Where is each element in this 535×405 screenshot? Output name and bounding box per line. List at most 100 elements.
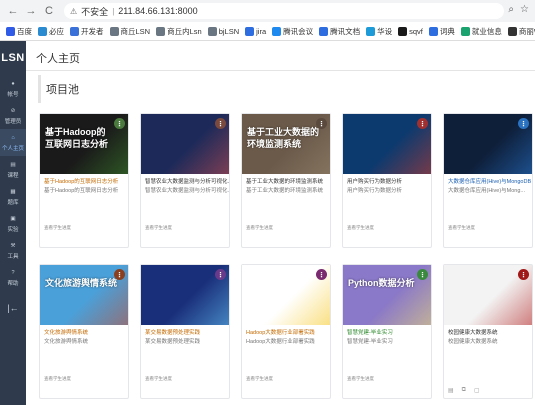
more-options-icon[interactable]: ⋮: [518, 118, 529, 129]
card-title[interactable]: 大数据仓库应用(Hive)与MongoDB: [444, 174, 532, 185]
project-card[interactable]: ⋮ Hadoop大数据行业部署实践 Hadoop大数据行业部署实践 查看学生进度: [241, 264, 331, 399]
back-icon[interactable]: ←: [6, 4, 20, 18]
rail-item-label: 实验: [7, 227, 19, 233]
bookmark-item[interactable]: 商丘内Lsn: [156, 26, 202, 37]
more-options-icon[interactable]: ⋮: [518, 269, 529, 280]
folder-icon[interactable]: ▢: [474, 387, 480, 394]
rail-item-tools[interactable]: ⚒ 工具: [0, 237, 26, 264]
account-icon: ●: [11, 81, 15, 87]
card-title[interactable]: 智慧党建-毕业实习: [343, 325, 431, 336]
card-subtitle: 智慧农业大数据监测与分析可视化...: [145, 188, 229, 194]
student-progress-link[interactable]: 查看学生进度: [141, 376, 176, 382]
student-progress-link[interactable]: 查看学生进度: [40, 225, 75, 231]
bookmark-item[interactable]: bjLSN: [207, 26, 240, 36]
card-thumbnail[interactable]: ⋮: [444, 114, 532, 174]
project-card[interactable]: ⋮ 大数据仓库应用(Hive)与MongoDB 大数据仓库应用(Hive)与Mong…: [443, 113, 533, 248]
project-card[interactable]: 基于工业大数据的 环境监测系统 ⋮ 基于工业大数据的环境监测系统 基于工业大数据的环境…: [241, 113, 331, 248]
bookmark-item[interactable]: 百度: [6, 26, 32, 37]
bookmark-item[interactable]: 腾讯会议: [272, 26, 313, 37]
card-title[interactable]: 校园健康大数据系统: [444, 325, 532, 336]
bookmark-item[interactable]: 词典: [428, 26, 455, 37]
bookmark-icon: [319, 26, 329, 36]
card-thumbnail[interactable]: ⋮: [242, 265, 330, 325]
bookmark-item[interactable]: 商丽Wind: [507, 26, 535, 37]
card-thumbnail[interactable]: 基于Hadoop的 互联网日志分析 ⋮: [40, 114, 128, 174]
project-card[interactable]: ⋮ 某交易数据预处理实践 某交易数据预处理实践 查看学生进度: [140, 264, 230, 399]
bookmark-icon: [207, 26, 217, 36]
student-progress-link[interactable]: 查看学生进度: [242, 225, 277, 231]
separator: |: [112, 6, 115, 16]
rail-item-course[interactable]: ▤ 课程: [0, 156, 26, 183]
rail-item-home[interactable]: ⌂ 个人主页: [0, 129, 26, 156]
security-label[interactable]: 不安全: [81, 5, 108, 18]
rail-item-admin[interactable]: ⊘ 管理员: [0, 102, 26, 129]
collapse-icon[interactable]: |←: [0, 303, 26, 313]
more-options-icon[interactable]: ⋮: [215, 269, 226, 280]
rail-item-help[interactable]: ? 帮助: [0, 264, 26, 291]
bookmark-label: bjLSN: [218, 26, 240, 36]
project-card[interactable]: ⋮ 校园健康大数据系统 校园健康大数据系统 ▤ ⧉ ▢: [443, 264, 533, 399]
card-title[interactable]: 智慧农业大数据监测与分析可视化...: [141, 174, 229, 185]
app-logo[interactable]: LSN: [0, 41, 26, 75]
project-card[interactable]: ⋮ 用户购买行为数据分析 用户购买行为数据分析 查看学生进度: [342, 113, 432, 248]
star-icon[interactable]: ☆: [520, 4, 529, 15]
student-progress-link[interactable]: 查看学生进度: [141, 225, 176, 231]
student-progress-link[interactable]: 查看学生进度: [343, 225, 378, 231]
student-progress-link[interactable]: 查看学生进度: [40, 376, 75, 382]
left-rail: LSN ● 帐号 ⊘ 管理员 ⌂ 个人主页 ▤ 课程 ▦ 题库 ▣ 实验 ⚒ 工具? 帮助 |←: [0, 41, 26, 405]
student-progress-link[interactable]: 查看学生进度: [343, 376, 378, 382]
project-card[interactable]: 文化旅游舆情系统 ⋮ 文化旅游舆情系统 文化旅游舆情系统 查看学生进度: [39, 264, 129, 399]
card-thumbnail[interactable]: 基于工业大数据的 环境监测系统 ⋮: [242, 114, 330, 174]
card-thumbnail[interactable]: ⋮: [444, 265, 532, 325]
bookmark-item[interactable]: 腾讯文档: [319, 26, 360, 37]
bookmark-item[interactable]: jira: [245, 26, 266, 36]
card-thumbnail[interactable]: ⋮: [141, 114, 229, 174]
project-card[interactable]: ⋮ 智慧农业大数据监测与分析可视化... 智慧农业大数据监测与分析可视化... 查看学…: [140, 113, 230, 248]
bookmark-label: sqvf: [409, 26, 423, 36]
bookmark-label: 商丘内Lsn: [167, 26, 202, 36]
warning-icon[interactable]: ⚠: [70, 7, 77, 16]
card-thumbnail[interactable]: ⋮: [141, 265, 229, 325]
more-options-icon[interactable]: ⋮: [417, 118, 428, 129]
card-subtitle: 智慧党建-毕业实习: [347, 339, 393, 345]
toolbar-right: ⌕ ☆: [508, 4, 529, 15]
card-title[interactable]: 文化旅游舆情系统: [40, 325, 128, 336]
more-options-icon[interactable]: ⋮: [215, 118, 226, 129]
search-icon[interactable]: ⌕: [508, 4, 514, 15]
bookmark-label: 商丽Wind: [518, 26, 535, 36]
card-title[interactable]: Hadoop大数据行业部署实践: [242, 325, 330, 336]
rail-item-account[interactable]: ● 帐号: [0, 75, 26, 102]
card-title[interactable]: 基于Hadoop的互联网日志分析: [40, 174, 128, 185]
document-icon[interactable]: ▤: [448, 387, 454, 394]
card-thumbnail[interactable]: 文化旅游舆情系统 ⋮: [40, 265, 128, 325]
copy-icon[interactable]: ⧉: [462, 387, 466, 394]
url-text[interactable]: 211.84.66.131:8000: [118, 6, 197, 16]
rail-item-question-bank[interactable]: ▦ 题库: [0, 183, 26, 210]
student-progress-link[interactable]: 查看学生进度: [242, 376, 277, 382]
card-thumbnail[interactable]: Python数据分析 ⋮: [343, 265, 431, 325]
project-card[interactable]: 基于Hadoop的 互联网日志分析 ⋮ 基于Hadoop的互联网日志分析 基于Hado…: [39, 113, 129, 248]
card-subtitle: 用户购买行为数据分析: [347, 188, 403, 194]
bookmark-item[interactable]: 开发者: [70, 26, 104, 37]
card-title[interactable]: 基于工业大数据的环境监测系统: [242, 174, 330, 185]
card-title[interactable]: 某交易数据预处理实践: [141, 325, 229, 336]
rail-item-label: 课程: [7, 173, 19, 179]
bookmark-item[interactable]: 商丘LSN: [109, 26, 150, 37]
card-title[interactable]: 用户购买行为数据分析: [343, 174, 431, 185]
more-options-icon[interactable]: ⋮: [114, 118, 125, 129]
bookmark-item[interactable]: 华设: [366, 26, 392, 37]
more-options-icon[interactable]: ⋮: [417, 269, 428, 280]
bookmark-item[interactable]: 就业信息: [460, 26, 502, 37]
rail-item-lab[interactable]: ▣ 实验: [0, 210, 26, 237]
forward-icon[interactable]: →: [24, 4, 38, 18]
reload-icon[interactable]: C: [42, 4, 56, 18]
more-options-icon[interactable]: ⋮: [114, 269, 125, 280]
card-thumbnail[interactable]: ⋮: [343, 114, 431, 174]
bookmark-item[interactable]: sqvf: [398, 26, 423, 36]
more-options-icon[interactable]: ⋮: [316, 269, 327, 280]
more-options-icon[interactable]: ⋮: [316, 118, 327, 129]
address-bar[interactable]: ⚠ 不安全 | 211.84.66.131:8000: [64, 3, 504, 19]
student-progress-link[interactable]: 查看学生进度: [444, 225, 479, 231]
bookmark-item[interactable]: 必应: [38, 26, 64, 37]
project-card[interactable]: Python数据分析 ⋮ 智慧党建-毕业实习 智慧党建-毕业实习 查看学生进度: [342, 264, 432, 399]
